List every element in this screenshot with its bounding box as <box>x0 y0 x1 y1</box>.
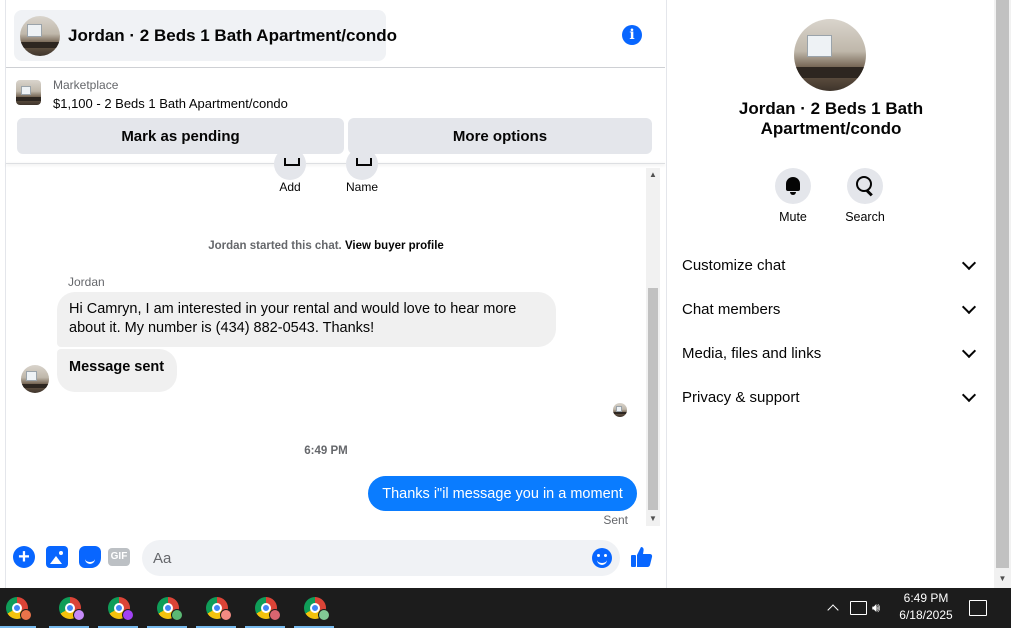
privacy-support-section[interactable]: Privacy & support <box>682 383 982 411</box>
chat-members-section[interactable]: Chat members <box>682 295 982 323</box>
plus-icon[interactable]: + <box>13 546 35 568</box>
message-composer: + GIF <box>6 535 665 583</box>
incoming-message[interactable]: Hi Camryn, I am interested in your renta… <box>57 292 556 347</box>
marketplace-label: Marketplace <box>53 78 119 92</box>
message-timestamp: 6:49 PM <box>304 445 348 457</box>
chat-details-panel: Jordan · 2 Beds 1 Bath Apartment/condo M… <box>666 0 994 588</box>
chevron-down-icon <box>961 387 977 402</box>
message-status: Sent <box>603 513 628 527</box>
profile-badge-icon <box>220 609 232 621</box>
chat-column: Jordan · 2 Beds 1 Bath Apartment/condo i… <box>0 0 666 588</box>
profile-badge-icon <box>171 609 183 621</box>
info-icon[interactable]: i <box>622 25 642 45</box>
scroll-down-arrow-icon[interactable]: ▼ <box>994 572 1011 586</box>
chat-header[interactable]: Jordan · 2 Beds 1 Bath Apartment/condo <box>14 10 397 61</box>
attach-image-icon[interactable] <box>46 546 68 568</box>
listing-profile-photo[interactable] <box>794 19 866 91</box>
marketplace-listing[interactable]: Marketplace $1,100 - 2 Beds 1 Bath Apart… <box>16 76 656 116</box>
section-label: Customize chat <box>682 256 786 274</box>
taskbar-app-chrome[interactable] <box>147 588 187 628</box>
taskbar-app-chrome[interactable] <box>98 588 138 628</box>
chat-left-border <box>5 0 6 588</box>
name-chat-label: Name <box>345 180 378 194</box>
window-scrollbar-thumb[interactable] <box>996 0 1009 568</box>
chat-scrollbar-thumb[interactable] <box>648 288 658 510</box>
sticker-icon[interactable] <box>79 546 101 568</box>
taskbar-app-chrome[interactable] <box>196 588 236 628</box>
search-icon <box>847 168 883 204</box>
view-buyer-profile-link[interactable]: View buyer profile <box>345 240 444 252</box>
taskbar-app-chrome[interactable] <box>245 588 285 628</box>
chat-started-notice: Jordan started this chat. View buyer pro… <box>0 240 652 252</box>
add-people-icon <box>274 148 306 180</box>
thumbs-up-icon[interactable] <box>630 545 654 569</box>
mute-label: Mute <box>779 210 807 224</box>
search-label: Search <box>845 210 885 224</box>
header-shadow <box>6 163 665 164</box>
scroll-up-arrow-icon[interactable]: ▲ <box>646 168 660 182</box>
section-label: Chat members <box>682 300 781 318</box>
incoming-message[interactable]: Message sent <box>57 349 177 392</box>
outgoing-message[interactable]: Thanks i"il message you in a moment <box>368 476 637 511</box>
listing-thumbnail <box>16 80 41 105</box>
taskbar-app-chrome[interactable] <box>49 588 89 628</box>
section-label: Media, files and links <box>682 344 822 362</box>
search-button[interactable]: Search <box>835 168 895 224</box>
details-title: Jordan · 2 Beds 1 Bath Apartment/condo <box>738 99 924 138</box>
sender-avatar[interactable] <box>21 365 49 393</box>
header-divider <box>6 67 665 68</box>
sender-name: Jordan <box>68 275 105 289</box>
listing-price-title: $1,100 - 2 Beds 1 Bath Apartment/condo <box>53 96 288 111</box>
chevron-down-icon <box>961 255 977 270</box>
profile-badge-icon <box>269 609 281 621</box>
scroll-down-arrow-icon[interactable]: ▼ <box>646 512 660 526</box>
network-icon[interactable] <box>850 601 867 615</box>
name-chat-icon <box>346 148 378 180</box>
taskbar-app-chrome[interactable] <box>294 588 334 628</box>
chevron-down-icon <box>961 343 977 358</box>
system-clock[interactable]: 6:49 PM 6/18/2025 <box>895 590 957 624</box>
profile-badge-icon <box>73 609 85 621</box>
chat-title: Jordan · 2 Beds 1 Bath Apartment/condo <box>68 25 398 45</box>
bell-icon <box>775 168 811 204</box>
message-input[interactable] <box>142 540 620 576</box>
clock-time: 6:49 PM <box>903 591 949 605</box>
window-scrollbar[interactable]: ▼ <box>994 0 1011 588</box>
listing-avatar[interactable] <box>20 15 60 56</box>
emoji-icon[interactable] <box>592 548 612 568</box>
gif-icon[interactable]: GIF <box>108 548 130 566</box>
profile-badge-icon <box>122 609 134 621</box>
more-options-button[interactable]: More options <box>348 118 652 154</box>
notifications-icon[interactable] <box>969 600 987 616</box>
chat-scrollbar[interactable]: ▲ ▼ <box>646 168 660 526</box>
section-label: Privacy & support <box>682 388 800 406</box>
profile-badge-icon <box>318 609 330 621</box>
chevron-down-icon <box>961 299 977 314</box>
read-receipt-avatar <box>613 403 627 417</box>
customize-chat-section[interactable]: Customize chat <box>682 251 982 279</box>
mute-button[interactable]: Mute <box>763 168 823 224</box>
profile-badge-icon <box>20 609 32 621</box>
clock-date: 6/18/2025 <box>899 608 953 622</box>
media-files-links-section[interactable]: Media, files and links <box>682 339 982 367</box>
add-people-label: Add <box>279 180 301 194</box>
show-hidden-icons-chevron-icon[interactable] <box>826 601 840 615</box>
chat-started-text: Jordan started this chat. <box>208 240 342 252</box>
taskbar-app-chrome[interactable] <box>0 588 36 628</box>
volume-icon[interactable]: 🔊︎ <box>872 600 889 616</box>
